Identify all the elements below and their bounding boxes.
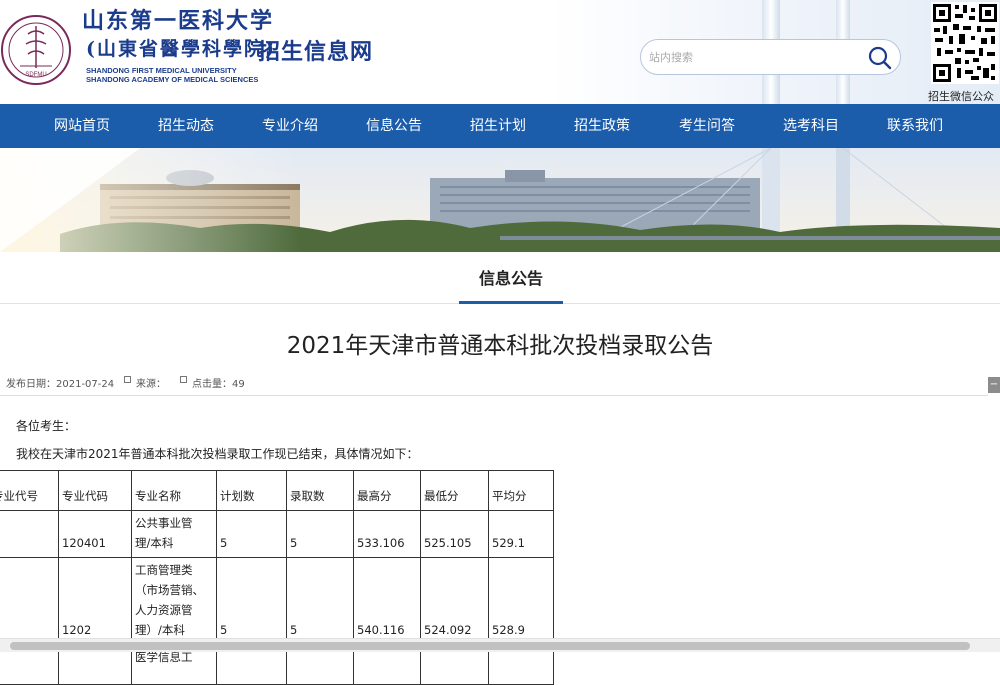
th-major-number: 专业代号 — [0, 470, 59, 511]
logo-chinese-subname: (山東省醫學科學院) — [86, 38, 276, 60]
th-admitted: 录取数 — [286, 470, 354, 511]
nav-admission-plan[interactable]: 招生计划 — [454, 104, 542, 148]
nav-admission-news[interactable]: 招生动态 — [142, 104, 230, 148]
search-box — [640, 39, 901, 75]
cell-plan: 5 — [216, 510, 287, 558]
nav-admission-policy[interactable]: 招生政策 — [558, 104, 646, 148]
section-bar: 信息公告 — [0, 252, 1000, 304]
th-major-name: 专业名称 — [131, 470, 217, 511]
th-major-code: 专业代码 — [58, 470, 132, 511]
nav-contact[interactable]: 联系我们 — [871, 104, 959, 148]
source-icon — [124, 376, 131, 383]
nav-faq[interactable]: 考生问答 — [663, 104, 751, 148]
article-meta: 发布日期：2021-07-24 来源： 点击量：49 — [0, 373, 1000, 391]
qr-code-icon — [931, 2, 999, 84]
cell-major-name-line: （市场营销、 — [135, 583, 204, 597]
cell-major-name-line: 理）/本科 — [135, 623, 185, 637]
campus-banner — [0, 148, 1000, 252]
logo-english-line1: SHANDONG FIRST MEDICAL UNIVERSITY — [86, 66, 237, 75]
cell-admitted: 5 — [286, 510, 354, 558]
scrollbar-thumb[interactable] — [10, 642, 970, 650]
nav-majors[interactable]: 专业介绍 — [246, 104, 334, 148]
cell-major-name-line: 公共事业管 — [135, 516, 193, 530]
qr-label: 招生微信公众 — [928, 90, 994, 103]
seal-text: SDFMU — [25, 72, 46, 78]
th-avg-score: 平均分 — [488, 470, 554, 511]
th-max-score: 最高分 — [353, 470, 421, 511]
cell-major-code: 120401 — [58, 510, 132, 558]
university-seal-icon: SDFMU — [1, 15, 71, 85]
cell-major-name: 公共事业管 理/本科 — [131, 510, 217, 558]
cell-major-name-line: 工商管理类 — [135, 563, 193, 577]
cell-major-name-line: 人力资源管 — [135, 603, 193, 617]
cell-max-score: 533.106 — [353, 510, 421, 558]
th-plan: 计划数 — [216, 470, 287, 511]
intro-paragraph: 我校在天津市2021年普通本科批次投档录取工作现已结束，具体情况如下： — [16, 447, 419, 461]
section-title: 信息公告 — [459, 252, 563, 304]
cell-max-score: 540.116 — [353, 557, 421, 645]
horizontal-scrollbar[interactable] — [0, 638, 1000, 652]
cell-avg-score: 528.9 — [488, 557, 554, 645]
cell-major-number — [0, 510, 59, 558]
article-title: 2021年天津市普通本科批次投档录取公告 — [286, 333, 714, 359]
search-icon[interactable] — [866, 44, 894, 72]
meta-divider — [0, 395, 988, 396]
site-header: SDFMU 山东第一医科大学 (山東省醫學科學院) SHANDONG FIRST… — [0, 0, 1000, 104]
logo-chinese-name: 山东第一医科大学 — [82, 8, 275, 34]
main-nav: 网站首页 招生动态 专业介绍 信息公告 招生计划 招生政策 考生问答 选考科目 … — [0, 104, 1000, 148]
campus-banner-image — [0, 148, 1000, 252]
nav-home[interactable]: 网站首页 — [38, 104, 126, 148]
th-min-score: 最低分 — [420, 470, 489, 511]
cell-min-score: 524.092 — [420, 557, 489, 645]
cell-major-name-line: 理/本科 — [135, 536, 174, 550]
cell-major-number: 2 — [0, 557, 59, 645]
nav-announcements[interactable]: 信息公告 — [350, 104, 438, 148]
logo-english-line2: SHANDONG ACADEMY OF MEDICAL SCIENCES — [86, 75, 259, 84]
cell-min-score: 525.105 — [420, 510, 489, 558]
nav-elective-subjects[interactable]: 选考科目 — [767, 104, 855, 148]
search-input[interactable] — [649, 47, 859, 67]
cell-avg-score: 529.1 — [488, 510, 554, 558]
cell-plan: 5 — [216, 557, 287, 645]
cell-major-code: 1202 — [58, 557, 132, 645]
admission-table: 专业代号 专业代码 专业名称 计划数 录取数 最高分 最低分 平均分 12040… — [0, 470, 554, 685]
source: 来源： — [136, 379, 166, 390]
logo-english-name: SHANDONG FIRST MEDICAL UNIVERSITY SHANDO… — [86, 66, 258, 84]
cell-admitted: 5 — [286, 557, 354, 645]
table-row: 2 1202 工商管理类 （市场营销、 人力资源管 理）/本科 5 5 540.… — [0, 557, 554, 645]
cell-major-name: 工商管理类 （市场营销、 人力资源管 理）/本科 — [131, 557, 217, 645]
side-collapse-button[interactable]: − — [988, 377, 1000, 393]
clicks-icon — [180, 376, 187, 383]
greeting: 各位考生： — [16, 419, 77, 433]
site-title: 招生信息网 — [258, 40, 374, 65]
table-header-row: 专业代号 专业代码 专业名称 计划数 录取数 最高分 最低分 平均分 — [0, 470, 554, 511]
publish-date: 发布日期：2021-07-24 — [6, 379, 115, 390]
click-count: 点击量：49 — [192, 379, 245, 390]
table-row: 120401 公共事业管 理/本科 5 5 533.106 525.105 52… — [0, 510, 554, 558]
